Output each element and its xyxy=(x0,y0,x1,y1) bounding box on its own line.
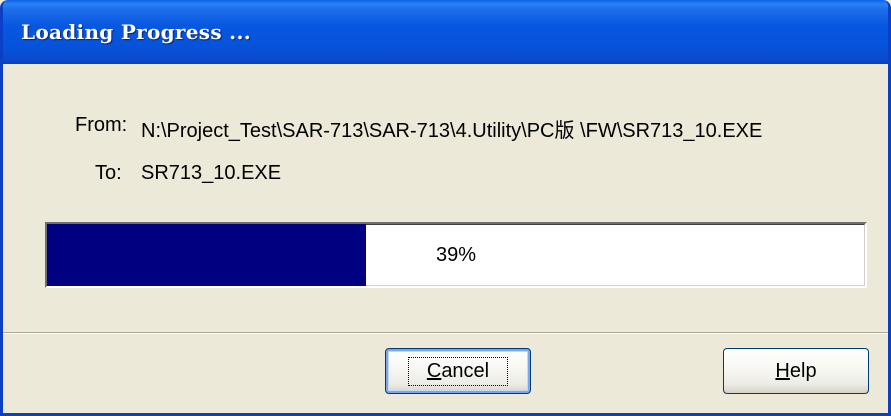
help-button[interactable]: Help xyxy=(723,348,869,394)
from-path: N:\Project_Test\SAR-713\SAR-713\4.Utilit… xyxy=(141,120,763,142)
button-separator xyxy=(3,332,888,334)
dialog-content: From: N:\Project_Test\SAR-713\SAR-713\4.… xyxy=(3,64,888,330)
help-mnemonic: H xyxy=(775,359,790,382)
cancel-label-rest: ancel xyxy=(441,359,490,382)
to-path: SR713_10.EXE xyxy=(141,162,282,184)
title-bar[interactable]: Loading Progress ... xyxy=(3,0,888,64)
progress-percent: 39% xyxy=(435,243,477,266)
window-title: Loading Progress ... xyxy=(21,20,251,44)
progress-bar: 39% xyxy=(45,222,867,288)
loading-progress-dialog: Loading Progress ... From: N:\Project_Te… xyxy=(0,0,891,416)
to-label: To: xyxy=(95,162,122,184)
cancel-button-focus: Cancel xyxy=(407,356,509,386)
from-label: From: xyxy=(75,114,128,136)
cancel-mnemonic: C xyxy=(426,359,442,382)
help-label-rest: elp xyxy=(789,359,817,382)
cancel-button[interactable]: Cancel xyxy=(385,348,531,394)
